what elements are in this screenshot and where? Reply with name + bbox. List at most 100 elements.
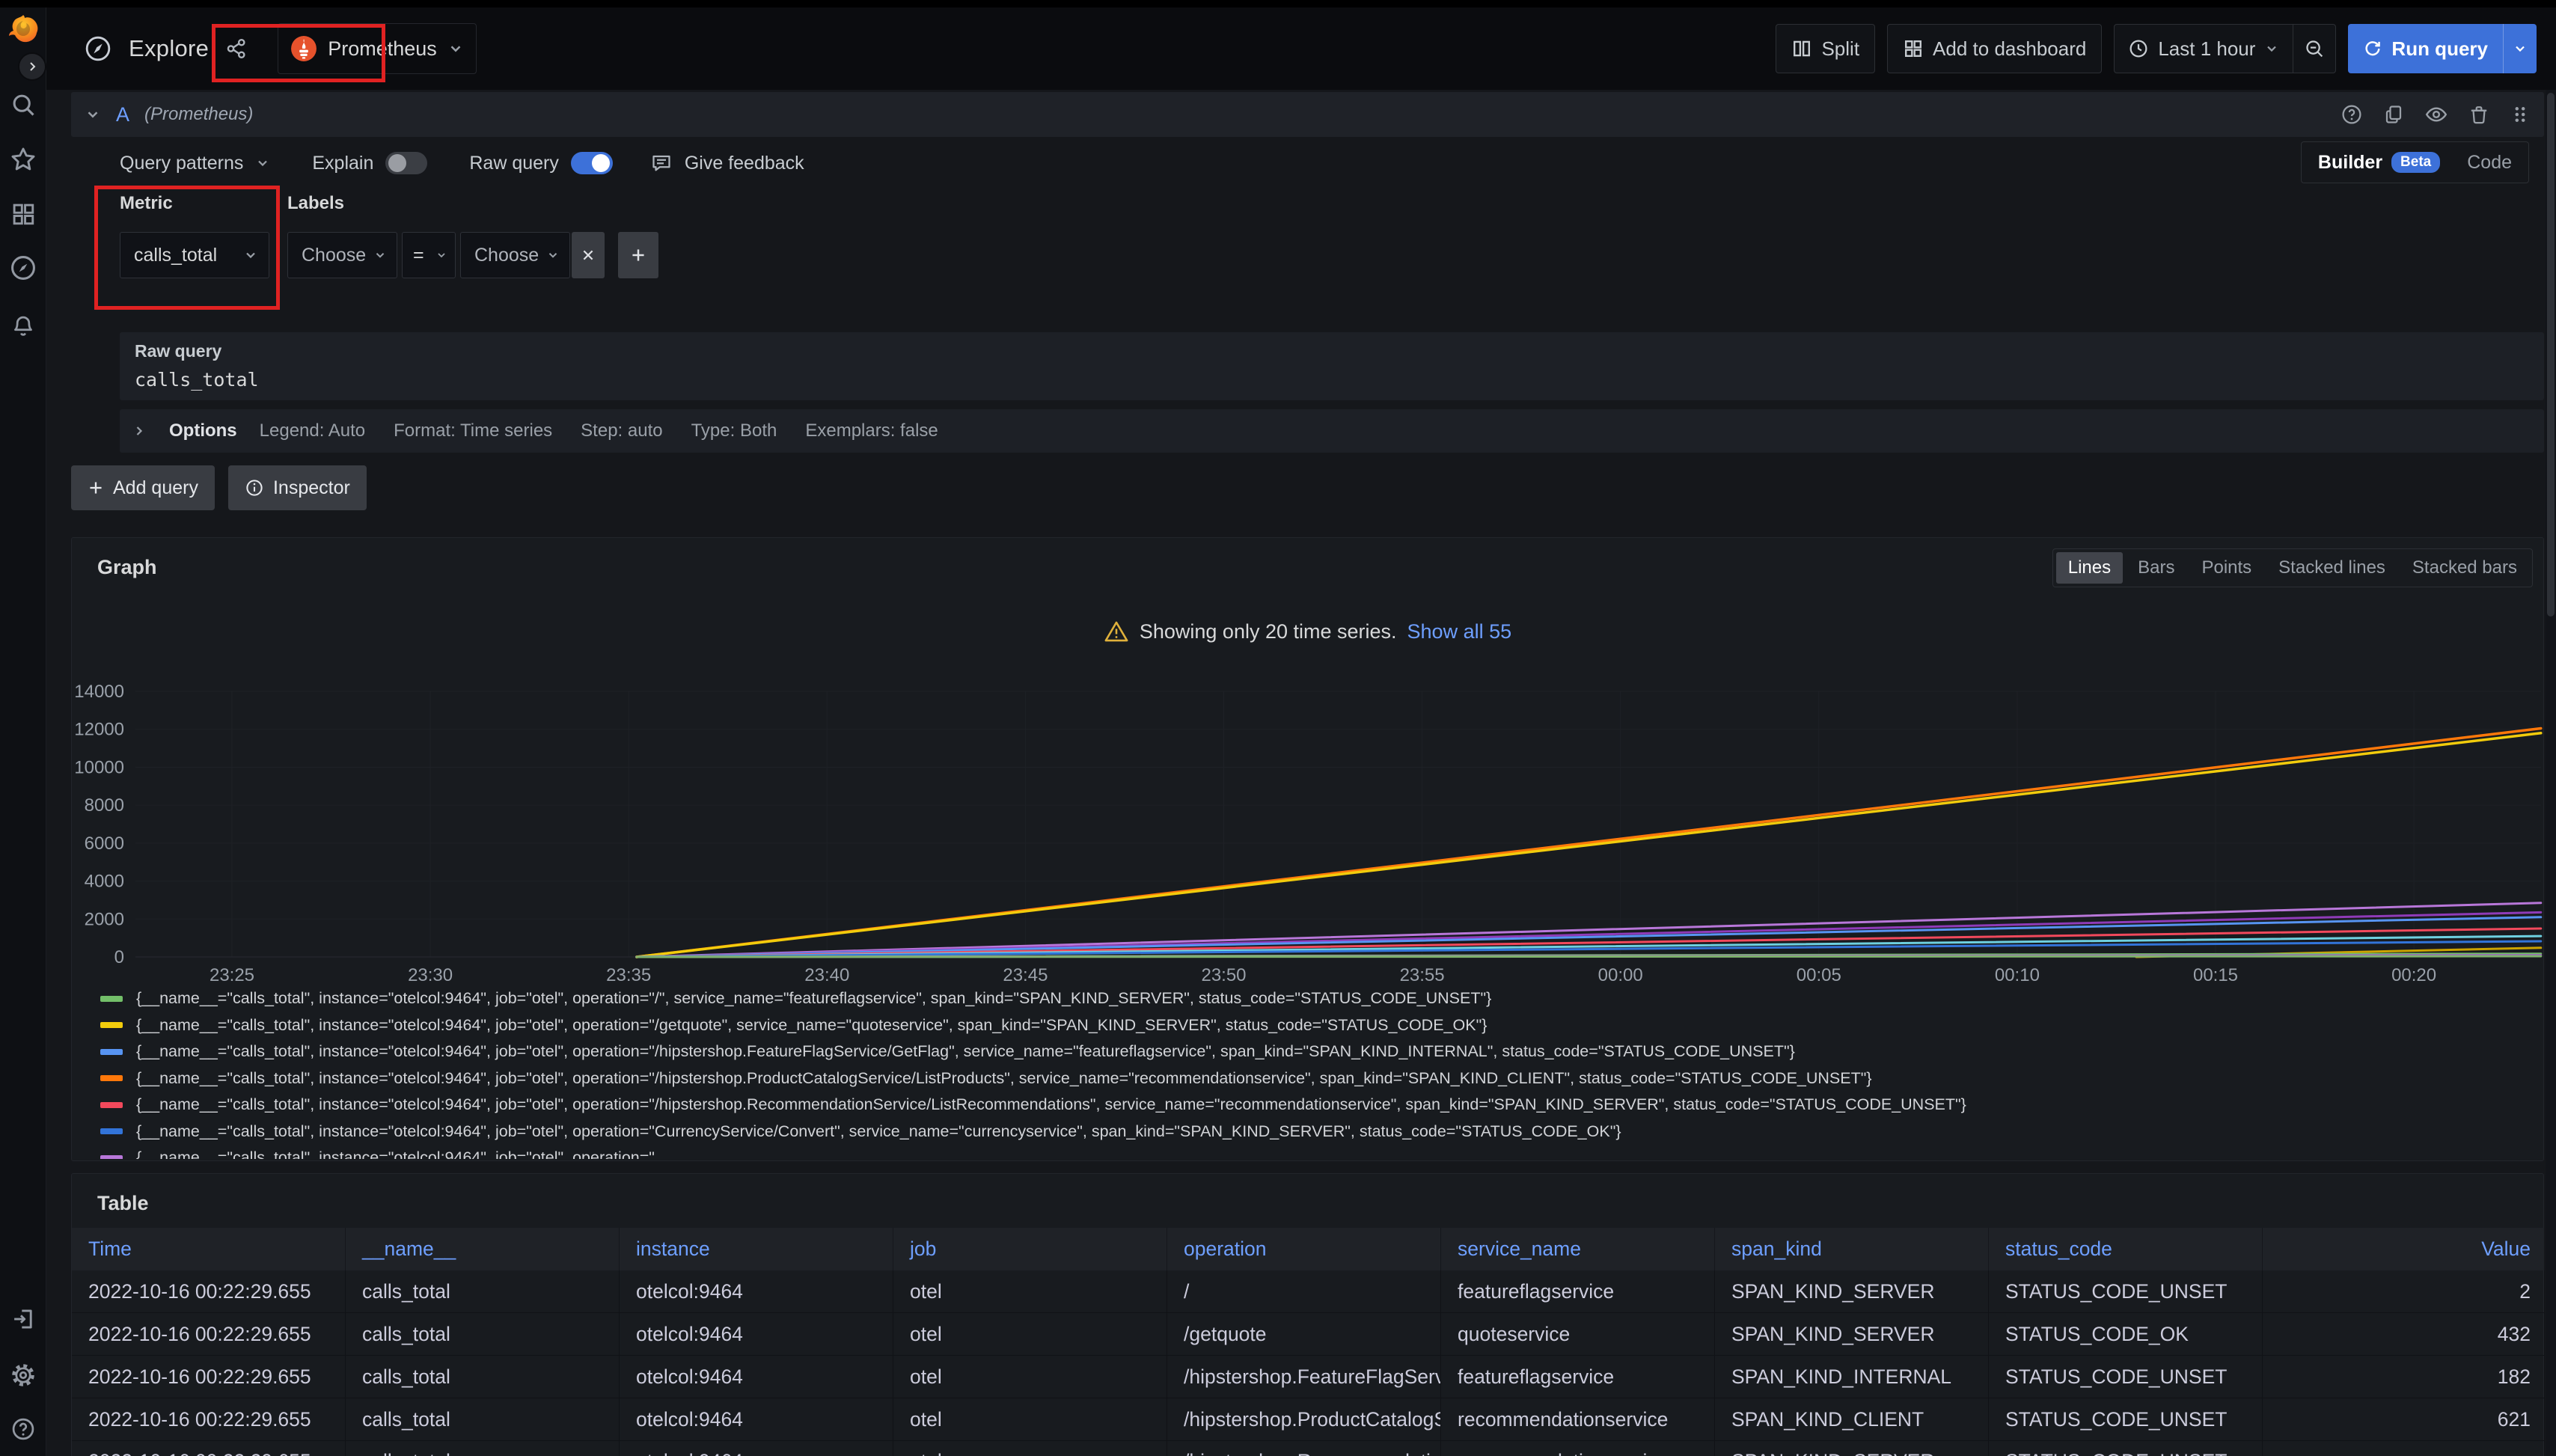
scrollbar-thumb[interactable]: [2547, 93, 2555, 617]
top-navbar: Explore Prometheus Split: [46, 7, 2556, 90]
legend-item[interactable]: {__name__="calls_total", instance="otelc…: [100, 1039, 2531, 1065]
help-icon[interactable]: [10, 1416, 36, 1442]
table-cell: quoteservice: [1441, 1313, 1715, 1356]
run-query-dropdown[interactable]: [2503, 24, 2537, 73]
hide-response-eye-icon[interactable]: [2424, 103, 2448, 126]
table-column-header[interactable]: service_name: [1441, 1228, 1715, 1270]
metric-value: calls_total: [134, 245, 217, 266]
bell-icon[interactable]: [10, 313, 36, 339]
chevron-down-icon: [447, 40, 464, 57]
legend-item[interactable]: {__name__="calls_total", instance="otelc…: [100, 1065, 2531, 1092]
dashboard-grid-icon: [1903, 38, 1924, 59]
page-scrollbar[interactable]: [2546, 90, 2556, 1456]
give-feedback-link[interactable]: Give feedback: [685, 153, 804, 174]
chevron-down-icon: [546, 248, 560, 262]
inspector-label: Inspector: [273, 477, 350, 499]
query-options-bar[interactable]: Options Legend: AutoFormat: Time seriesS…: [120, 409, 2544, 453]
legend-item[interactable]: {__name__="calls_total", instance="otelc…: [100, 985, 2531, 1012]
legend-item-partial[interactable]: {__name__="calls_total", instance="otelc…: [100, 1145, 2531, 1159]
table-cell: STATUS_CODE_UNSET: [1989, 1356, 2263, 1398]
legend-series-label: {__name__="calls_total", instance="otelc…: [136, 989, 1491, 1008]
legend-series-label: {__name__="calls_total", instance="otelc…: [136, 1042, 1795, 1061]
table-column-header[interactable]: status_code: [1989, 1228, 2263, 1270]
duplicate-query-icon[interactable]: [2382, 103, 2405, 126]
legend-item[interactable]: {__name__="calls_total", instance="otelc…: [100, 1119, 2531, 1145]
run-query-main[interactable]: Run query: [2348, 24, 2503, 73]
legend-item[interactable]: {__name__="calls_total", instance="otelc…: [100, 1012, 2531, 1039]
svg-text:23:30: 23:30: [408, 965, 453, 985]
split-button[interactable]: Split: [1776, 24, 1875, 73]
builder-tab[interactable]: Builder Beta: [2305, 152, 2453, 174]
time-series-chart[interactable]: 23:2523:3023:3523:4023:4523:5023:5500:00…: [72, 538, 2545, 987]
label-value-select[interactable]: Choose: [460, 232, 570, 278]
add-query-button[interactable]: Add query: [71, 465, 215, 510]
legend-color-swatch: [100, 1128, 123, 1134]
legend-series-label: {__name__="calls_total", instance="otelc…: [136, 1095, 1966, 1114]
table-column-header[interactable]: Time: [72, 1228, 346, 1270]
option-summary-item: Type: Both: [691, 420, 777, 441]
search-icon[interactable]: [10, 91, 37, 118]
svg-text:23:35: 23:35: [606, 965, 651, 985]
table-cell: 2: [2263, 1270, 2545, 1313]
label-key-select[interactable]: Choose: [287, 232, 397, 278]
table-column-header[interactable]: operation: [1167, 1228, 1441, 1270]
clock-icon: [2128, 38, 2149, 59]
table-column-header[interactable]: job: [893, 1228, 1167, 1270]
add-to-dashboard-button[interactable]: Add to dashboard: [1887, 24, 2102, 73]
legend-color-swatch: [100, 1075, 123, 1081]
sidebar-expand-button[interactable]: [18, 52, 46, 81]
legend-item[interactable]: {__name__="calls_total", instance="otelc…: [100, 1092, 2531, 1119]
share-icon[interactable]: [225, 37, 248, 60]
svg-text:6000: 6000: [85, 833, 124, 854]
table-cell: 2022-10-16 00:22:29.655: [72, 1398, 346, 1441]
datasource-name: Prometheus: [328, 37, 437, 61]
table-column-header[interactable]: Value: [2263, 1228, 2545, 1270]
sign-in-icon[interactable]: [10, 1306, 36, 1332]
compass-icon[interactable]: [9, 254, 37, 282]
zoom-out-time-button[interactable]: [2293, 25, 2335, 73]
run-query-button[interactable]: Run query: [2348, 24, 2537, 73]
table-row: 2022-10-16 00:22:29.655calls_totalotelco…: [72, 1270, 2545, 1313]
code-tab[interactable]: Code: [2453, 152, 2525, 174]
table-row: 2022-10-16 00:22:29.655calls_totalotelco…: [72, 1441, 2545, 1456]
svg-text:00:05: 00:05: [1797, 965, 1841, 985]
top-strip: [0, 0, 2556, 7]
add-label-filter-button[interactable]: [618, 232, 658, 278]
table-cell: otelcol:9464: [620, 1356, 893, 1398]
table-cell: otel: [893, 1313, 1167, 1356]
remove-query-trash-icon[interactable]: [2468, 103, 2490, 126]
query-patterns-dropdown[interactable]: Query patterns: [120, 153, 243, 174]
time-range-button[interactable]: Last 1 hour: [2115, 25, 2293, 73]
help-circle-icon[interactable]: [2341, 103, 2363, 126]
datasource-picker[interactable]: Prometheus: [278, 23, 477, 74]
raw-query-toggle[interactable]: [571, 152, 613, 174]
table-cell: SPAN_KIND_INTERNAL: [1715, 1356, 1989, 1398]
star-icon[interactable]: [10, 146, 37, 173]
grafana-logo[interactable]: [6, 13, 40, 45]
explain-toggle[interactable]: [385, 152, 427, 174]
metric-select[interactable]: calls_total: [120, 232, 269, 278]
inspector-button[interactable]: Inspector: [228, 465, 367, 510]
table-cell: /getquote: [1167, 1313, 1441, 1356]
grafana-explore-page: Explore Prometheus Split: [0, 0, 2556, 1456]
drag-handle-icon[interactable]: [2510, 104, 2531, 125]
query-row-header[interactable]: A (Prometheus): [71, 92, 2544, 137]
label-value-placeholder: Choose: [474, 245, 539, 266]
explain-label: Explain: [312, 153, 373, 174]
svg-text:23:25: 23:25: [210, 965, 254, 985]
beta-badge: Beta: [2391, 152, 2440, 173]
table-column-header[interactable]: __name__: [346, 1228, 620, 1270]
apps-icon[interactable]: [10, 201, 36, 227]
table-column-header[interactable]: span_kind: [1715, 1228, 1989, 1270]
svg-text:4000: 4000: [85, 872, 124, 892]
remove-label-filter-button[interactable]: [572, 232, 605, 278]
label-operator-select[interactable]: =: [402, 232, 456, 278]
split-label: Split: [1821, 37, 1859, 61]
table-column-header[interactable]: instance: [620, 1228, 893, 1270]
legend-color-swatch: [100, 1049, 123, 1055]
collapse-chevron-icon[interactable]: [85, 106, 101, 123]
table-cell: 182: [2263, 1356, 2545, 1398]
label-key-placeholder: Choose: [302, 245, 366, 266]
settings-gear-icon[interactable]: [10, 1362, 36, 1388]
svg-text:0: 0: [114, 947, 124, 967]
